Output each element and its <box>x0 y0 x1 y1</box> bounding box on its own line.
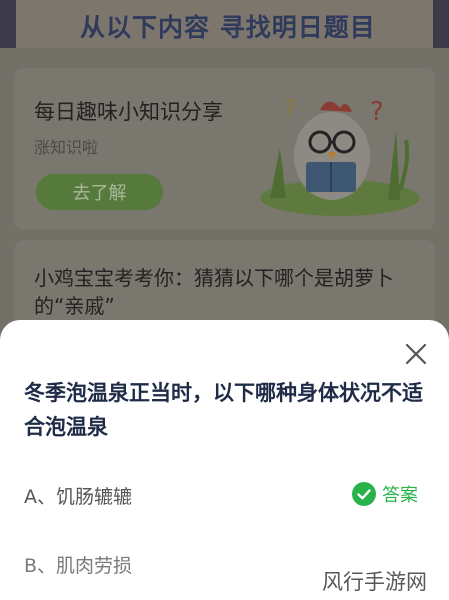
header-banner: 从以下内容 寻找明日题目 <box>0 0 449 48</box>
banner-edge-right <box>433 0 449 48</box>
answer-label: 答案 <box>382 485 418 506</box>
question-bottom-sheet: 冬季泡温泉正当时，以下哪种身体状况不适合泡温泉 A、饥肠辘辘 答案 B、肌肉劳损 <box>0 320 449 600</box>
answer-tag: 答案 <box>352 480 418 508</box>
banner-edge-left <box>0 0 16 48</box>
chick-mascot-illustration: ? ? <box>260 97 420 216</box>
learn-more-button[interactable]: 去了解 <box>36 174 163 210</box>
option-a[interactable]: A、饥肠辘辘 <box>24 482 132 509</box>
svg-text:?: ? <box>370 97 384 127</box>
close-icon[interactable] <box>402 340 430 368</box>
banner-title: 从以下内容 寻找明日题目 <box>80 13 376 42</box>
check-circle-icon <box>352 482 376 506</box>
quiz-card-title: 小鸡宝宝考考你：猜猜以下哪个是胡萝卜的“亲戚” <box>34 266 394 318</box>
svg-text:?: ? <box>284 97 296 122</box>
option-b[interactable]: B、肌肉劳损 <box>24 551 132 578</box>
knowledge-card-subtitle: 涨知识啦 <box>34 138 99 157</box>
knowledge-card: 每日趣味小知识分享 涨知识啦 去了解 ? ? <box>14 68 435 230</box>
knowledge-card-title: 每日趣味小知识分享 <box>34 100 223 124</box>
question-text: 冬季泡温泉正当时，以下哪种身体状况不适合泡温泉 <box>24 381 423 439</box>
site-watermark: 风行手游网 <box>322 570 427 594</box>
